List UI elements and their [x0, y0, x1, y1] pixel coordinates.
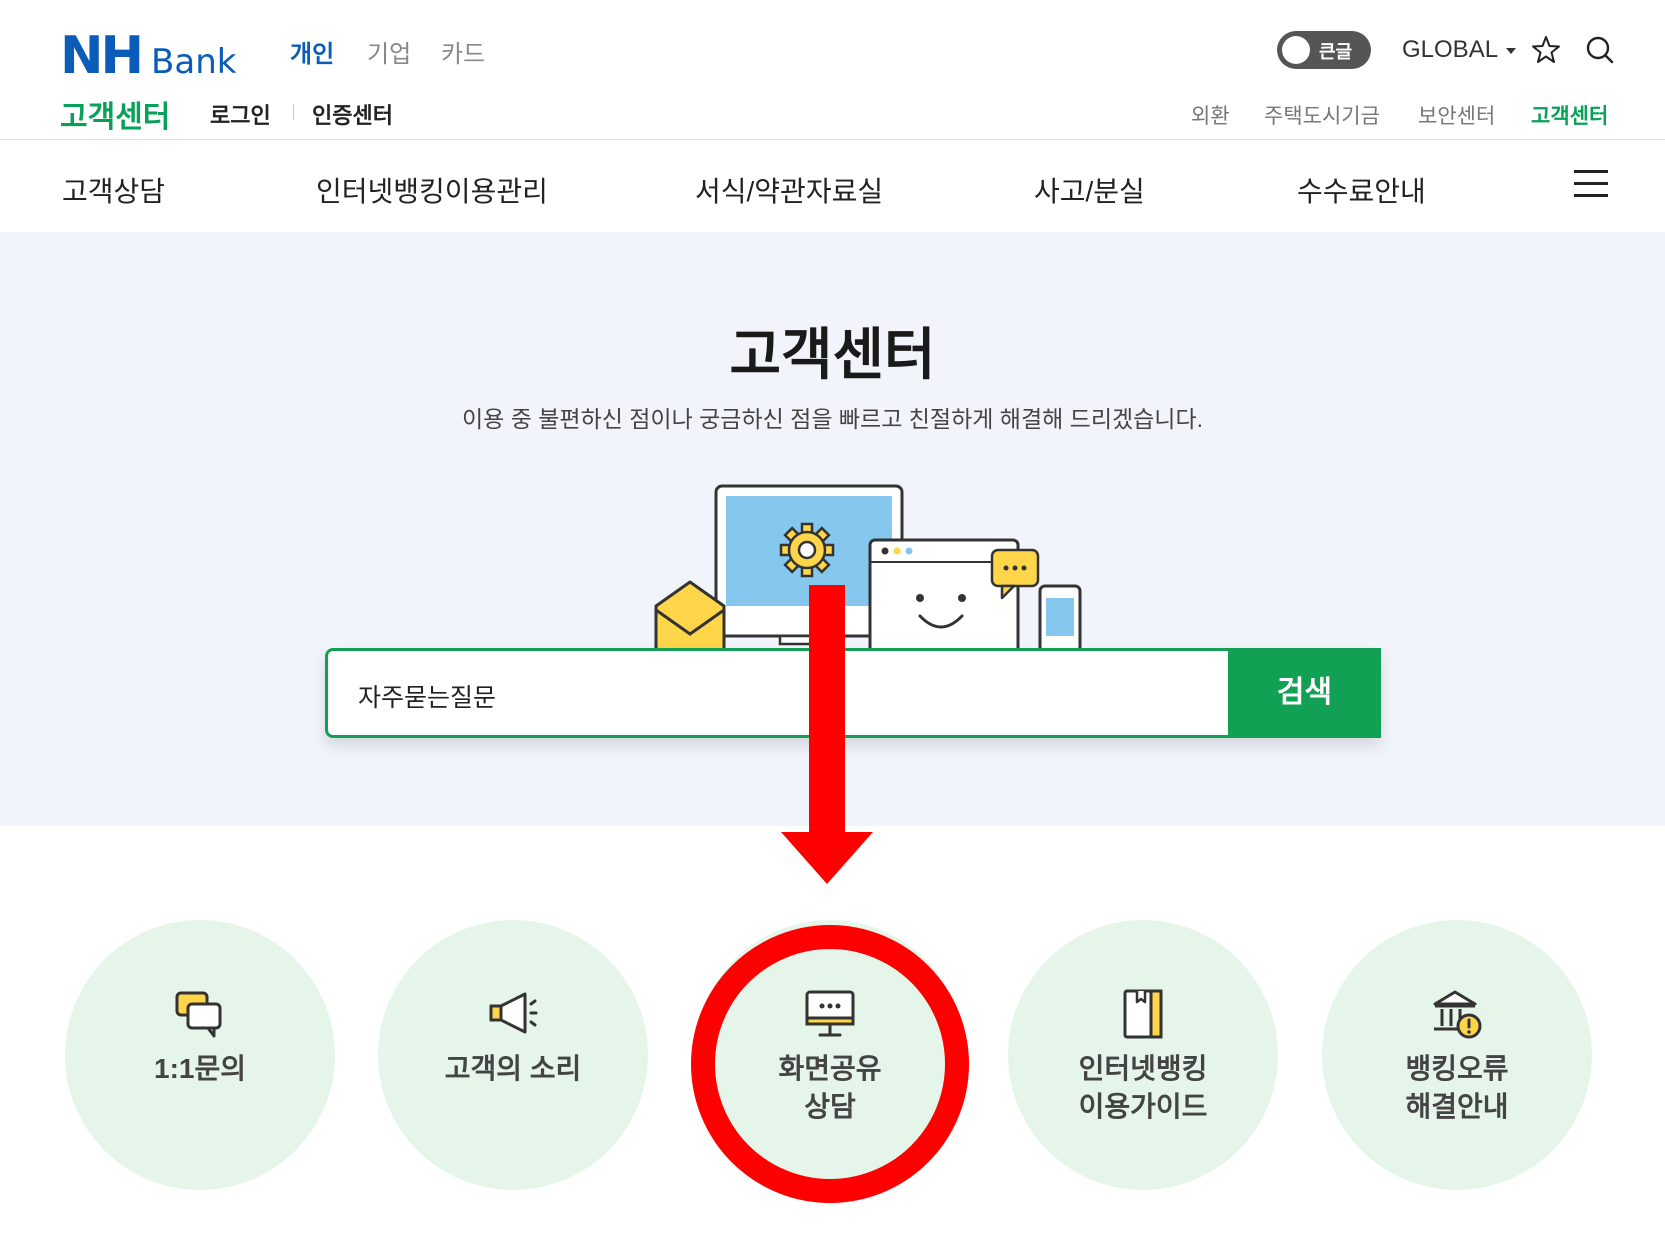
segment-card[interactable]: 카드: [441, 34, 485, 69]
segment-personal[interactable]: 개인: [290, 34, 334, 69]
util-link-customer-center[interactable]: 고객센터: [1531, 100, 1608, 130]
util-link-fx[interactable]: 외환: [1191, 100, 1230, 130]
nav-item-fees[interactable]: 수수료안내: [1297, 170, 1426, 210]
service-label: 1:1문의: [154, 1053, 246, 1084]
bank-warning-icon: [1433, 990, 1482, 1039]
customer-service-illustration-icon: [654, 484, 1082, 652]
login-link[interactable]: 로그인: [210, 98, 271, 130]
caret-down-icon: [1506, 47, 1517, 54]
megaphone-icon: [489, 992, 538, 1034]
nav-item-consultation[interactable]: 고객상담: [62, 170, 165, 210]
search-input[interactable]: [358, 681, 1358, 710]
nav-item-accident-loss[interactable]: 사고/분실: [1034, 170, 1145, 210]
service-banking-error-guide[interactable]: 뱅킹오류 해결안내: [1322, 920, 1592, 1190]
book-icon: [1123, 989, 1163, 1039]
cert-center-link[interactable]: 인증센터: [312, 98, 393, 130]
service-internet-banking-guide[interactable]: 인터넷뱅킹 이용가이드: [1008, 920, 1278, 1190]
large-text-toggle[interactable]: 큰글: [1277, 31, 1371, 69]
service-label: 고객의 소리: [444, 1053, 582, 1084]
global-language-dropdown[interactable]: GLOBAL: [1402, 36, 1517, 64]
service-customer-voice[interactable]: 고객의 소리: [378, 920, 648, 1190]
service-label: 뱅킹오류 해결안내: [1405, 1053, 1509, 1122]
service-label: 인터넷뱅킹 이용가이드: [1078, 1053, 1208, 1122]
header-divider: [0, 139, 1665, 140]
star-icon[interactable]: [1530, 34, 1562, 66]
faq-search-box[interactable]: [325, 648, 1381, 738]
nav-item-internet-banking[interactable]: 인터넷뱅킹이용관리: [316, 170, 548, 210]
annotation-highlight-circle: [691, 925, 969, 1203]
nh-bank-logo[interactable]: NH Bank: [60, 26, 236, 86]
toggle-knob: [1282, 36, 1310, 64]
global-label: GLOBAL: [1402, 36, 1499, 63]
menu-icon[interactable]: [1574, 170, 1608, 198]
nav-item-forms[interactable]: 서식/약관자료실: [695, 170, 883, 210]
annotation-arrow-shaft: [809, 585, 845, 837]
page-subtitle: 이용 중 불편하신 점이나 궁금하신 점을 빠르고 친절하게 해결해 드리겠습니…: [461, 406, 1204, 432]
search-button[interactable]: 검색: [1228, 648, 1381, 738]
logo-nh-text: NH: [60, 26, 144, 86]
annotation-arrow-down-icon: [781, 832, 873, 884]
page-title: 고객센터: [729, 323, 936, 386]
util-link-housing-fund[interactable]: 주택도시기금: [1264, 100, 1380, 130]
chat-bubbles-icon: [175, 991, 222, 1038]
segment-business[interactable]: 기업: [367, 34, 411, 69]
toggle-label: 큰글: [1319, 42, 1353, 62]
logo-bank-text: Bank: [151, 42, 237, 82]
service-one-to-one-inquiry[interactable]: 1:1문의: [65, 920, 335, 1190]
section-title[interactable]: 고객센터: [60, 92, 170, 136]
search-icon[interactable]: [1584, 34, 1616, 66]
util-link-security-center[interactable]: 보안센터: [1418, 100, 1495, 130]
divider: [293, 104, 294, 120]
